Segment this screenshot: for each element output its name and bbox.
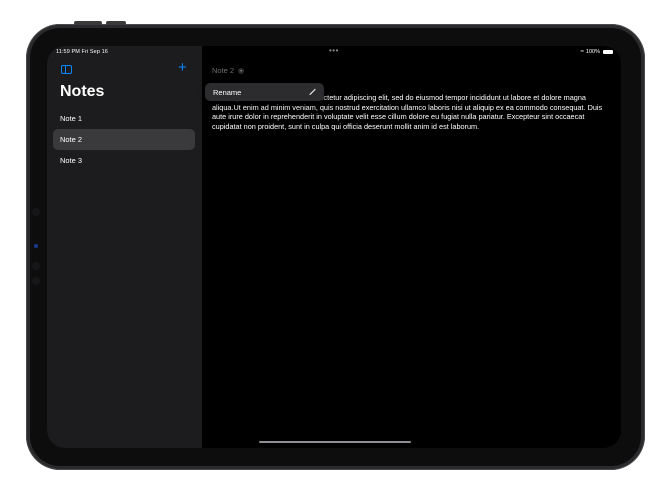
wifi-icon: ≈: [580, 49, 584, 55]
plus-icon: +: [178, 59, 187, 76]
status-time: 11:59 PM Fri Sep 16: [56, 49, 108, 55]
chevron-down-icon: ▾: [238, 67, 245, 74]
note-title-button[interactable]: Note 2 ▾: [212, 66, 245, 75]
note-detail: ••• ≈ 100% Note 2 ▾ Lorem ipsum dolor si…: [202, 46, 621, 448]
rename-menu-item[interactable]: Rename: [213, 88, 241, 97]
list-item-label: Note 2: [60, 135, 83, 144]
context-menu: Rename: [205, 83, 324, 101]
pencil-icon: [309, 89, 315, 95]
list-item-note-3[interactable]: Note 3: [53, 150, 195, 171]
top-button: [74, 21, 102, 25]
battery-icon: [603, 50, 613, 54]
top-button: [106, 21, 126, 25]
status-indicators: ≈ 100%: [581, 49, 613, 55]
sensor-dot: [32, 262, 40, 270]
list-item-label: Note 1: [60, 114, 83, 123]
sensor-dot: [32, 208, 40, 216]
sensor-dot: [32, 277, 40, 285]
camera-dot: [34, 244, 38, 248]
multitasking-dots[interactable]: •••: [329, 46, 339, 55]
add-note-button[interactable]: +: [178, 60, 187, 75]
home-indicator[interactable]: [259, 440, 411, 443]
list-item-label: Note 3: [60, 156, 83, 165]
note-list: Note 1 Note 2 Note 3: [53, 108, 195, 171]
note-title: Note 2: [212, 66, 235, 75]
sidebar: 11:59 PM Fri Sep 16 + Notes Note 1 Note …: [47, 46, 202, 448]
page-title: Notes: [60, 83, 105, 100]
list-item-note-2[interactable]: Note 2: [53, 129, 195, 150]
battery-percent: 100%: [585, 49, 600, 55]
list-item-note-1[interactable]: Note 1: [53, 108, 195, 129]
screen: 11:59 PM Fri Sep 16 + Notes Note 1 Note …: [47, 46, 621, 448]
sidebar-toggle-icon[interactable]: [61, 65, 72, 74]
